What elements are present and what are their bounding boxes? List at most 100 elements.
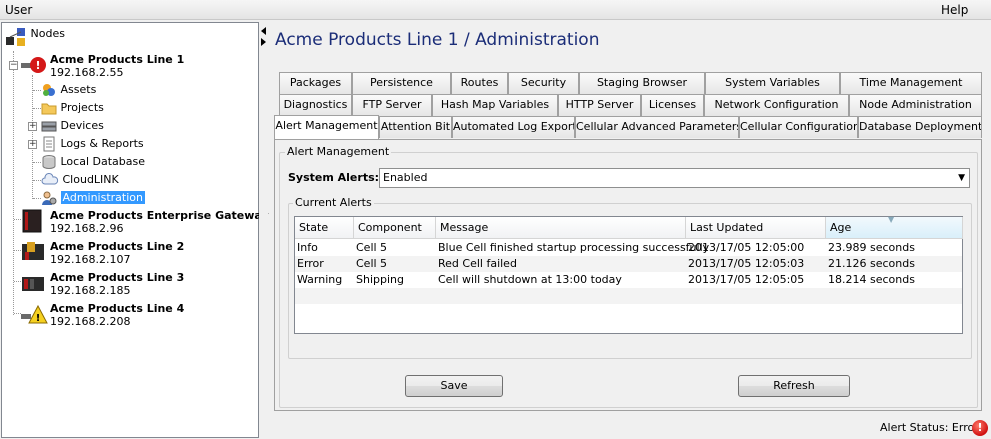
system-alerts-label: System Alerts: — [288, 171, 380, 184]
cell-message: Red Cell failed — [438, 257, 517, 270]
tab-http-server[interactable]: HTTP Server — [558, 94, 641, 116]
column-header-message[interactable]: Message — [436, 217, 686, 239]
column-header-age[interactable]: Age ▼ — [826, 215, 963, 239]
sort-indicator-icon: ▼ — [888, 215, 895, 224]
tree-item-cloudlink[interactable]: CloudLINK — [41, 172, 119, 188]
tree-line — [14, 250, 21, 251]
node-ip: 192.168.2.55 — [50, 66, 124, 79]
tab-automated-log-export[interactable]: Automated Log Export — [452, 116, 575, 138]
node-error-icon: ! — [21, 57, 46, 73]
tree-item-label: Logs & Reports — [60, 137, 144, 150]
tree-item-label: Local Database — [60, 155, 146, 168]
tab-database-deployment[interactable]: Database Deployment — [858, 116, 982, 138]
table-row[interactable]: Info Cell 5 Blue Cell finished startup p… — [295, 240, 962, 256]
tab-routes[interactable]: Routes — [451, 72, 508, 94]
node-ip: 192.168.2.208 — [50, 315, 131, 328]
tree-root-label: Nodes — [30, 27, 65, 40]
document-icon — [43, 136, 55, 152]
svg-text:!: ! — [35, 59, 40, 72]
column-header-state[interactable]: State — [295, 217, 354, 239]
table-row[interactable]: Warning Shipping Cell will shutdown at 1… — [295, 272, 962, 288]
refresh-button[interactable]: Refresh — [738, 375, 850, 397]
tab-cellular-configuration[interactable]: Cellular Configuration — [739, 116, 858, 138]
table-row-empty — [295, 304, 962, 320]
tab-security[interactable]: Security — [508, 72, 579, 94]
cell-last-updated: 2013/17/05 12:05:00 — [688, 241, 805, 254]
tab-alert-management[interactable]: Alert Management — [274, 115, 379, 139]
tree-item-label-selected: Administration — [60, 191, 145, 204]
tree-item-label: Devices — [60, 119, 104, 132]
admin-user-icon — [42, 191, 57, 205]
tree-item-local-database[interactable]: Local Database — [41, 154, 145, 170]
cloud-icon — [41, 173, 59, 185]
menu-user[interactable]: User — [5, 3, 32, 17]
cell-component: Cell 5 — [356, 241, 388, 254]
group-title: Alert Management — [285, 145, 392, 158]
tree-item-devices[interactable]: Devices — [41, 118, 104, 134]
expand-toggle[interactable]: + — [28, 122, 37, 131]
column-header-component[interactable]: Component — [354, 217, 436, 239]
collapse-toggle[interactable]: − — [9, 61, 18, 70]
collapse-left-arrow-icon[interactable] — [259, 26, 268, 48]
tab-ftp-server[interactable]: FTP Server — [352, 94, 432, 116]
node-tree[interactable]: Nodes − ! Acme Products Line 1 192.168.2… — [1, 22, 269, 438]
node-ip: 192.168.2.107 — [50, 253, 131, 266]
tab-network-configuration[interactable]: Network Configuration — [704, 94, 849, 116]
node-name: Acme Products Line 2 — [50, 240, 185, 253]
alert-management-panel: Alert Management System Alerts: Enabled … — [274, 139, 982, 411]
node-ip: 192.168.2.96 — [50, 222, 124, 235]
cell-last-updated: 2013/17/05 12:05:03 — [688, 257, 805, 270]
tree-item-administration[interactable]: Administration — [41, 190, 145, 206]
server-icon — [22, 209, 42, 233]
menu-help[interactable]: Help — [941, 3, 968, 17]
tree-line — [14, 313, 21, 314]
tree-line — [14, 281, 21, 282]
tab-staging-browser[interactable]: Staging Browser — [579, 72, 705, 94]
tab-diagnostics[interactable]: Diagnostics — [279, 94, 352, 116]
tab-hash-map-variables[interactable]: Hash Map Variables — [432, 94, 558, 116]
cell-component: Shipping — [356, 273, 404, 286]
tab-persistence[interactable]: Persistence — [352, 72, 451, 94]
cell-age: 18.214 seconds — [828, 273, 915, 286]
node-warning-icon: ! — [21, 304, 48, 324]
cell-age: 21.126 seconds — [828, 257, 915, 270]
error-icon: ! — [972, 420, 988, 436]
expand-toggle[interactable]: + — [28, 140, 37, 149]
cell-message: Blue Cell finished startup processing su… — [438, 241, 710, 254]
cell-state: Error — [297, 257, 324, 270]
tab-cellular-advanced-parameters[interactable]: Cellular Advanced Parameters — [575, 116, 739, 138]
tree-line — [33, 162, 41, 163]
column-header-last-updated[interactable]: Last Updated — [686, 217, 826, 239]
tab-attention-bit[interactable]: Attention Bit — [379, 116, 452, 138]
table-row[interactable]: Error Cell 5 Red Cell failed 2013/17/05 … — [295, 256, 962, 272]
tree-item-label: CloudLINK — [62, 173, 119, 186]
node-name: Acme Products Line 4 — [50, 302, 185, 315]
cell-state: Info — [297, 241, 318, 254]
tab-time-management[interactable]: Time Management — [840, 72, 982, 94]
tree-item-logs[interactable]: Logs & Reports — [41, 136, 144, 152]
tree-line — [33, 90, 41, 91]
tab-system-variables[interactable]: System Variables — [705, 72, 840, 94]
tree-item-projects[interactable]: Projects — [41, 100, 104, 116]
current-alerts-title: Current Alerts — [293, 196, 374, 209]
tree-root[interactable]: Nodes — [5, 27, 65, 47]
tree-item-assets[interactable]: Assets — [41, 82, 96, 98]
pane-splitter[interactable] — [259, 22, 268, 438]
tree-line — [33, 198, 41, 199]
cell-age: 23.989 seconds — [828, 241, 915, 254]
system-alerts-select[interactable]: Enabled ▼ — [379, 168, 970, 188]
alerts-table[interactable]: State Component Message Last Updated Age… — [294, 215, 963, 334]
tab-packages[interactable]: Packages — [279, 72, 352, 94]
save-button[interactable]: Save — [405, 375, 503, 397]
tab-node-administration[interactable]: Node Administration — [849, 94, 982, 116]
cell-state: Warning — [297, 273, 343, 286]
chevron-down-icon[interactable]: ▼ — [958, 169, 965, 187]
node-ip: 192.168.2.185 — [50, 284, 131, 297]
assets-icon — [43, 84, 55, 96]
cell-last-updated: 2013/17/05 12:05:05 — [688, 273, 805, 286]
network-nodes-icon — [6, 28, 25, 46]
menu-bar: User Help — [0, 0, 991, 20]
tab-licenses[interactable]: Licenses — [641, 94, 704, 116]
controller-icon — [22, 242, 44, 260]
database-icon — [42, 155, 56, 169]
